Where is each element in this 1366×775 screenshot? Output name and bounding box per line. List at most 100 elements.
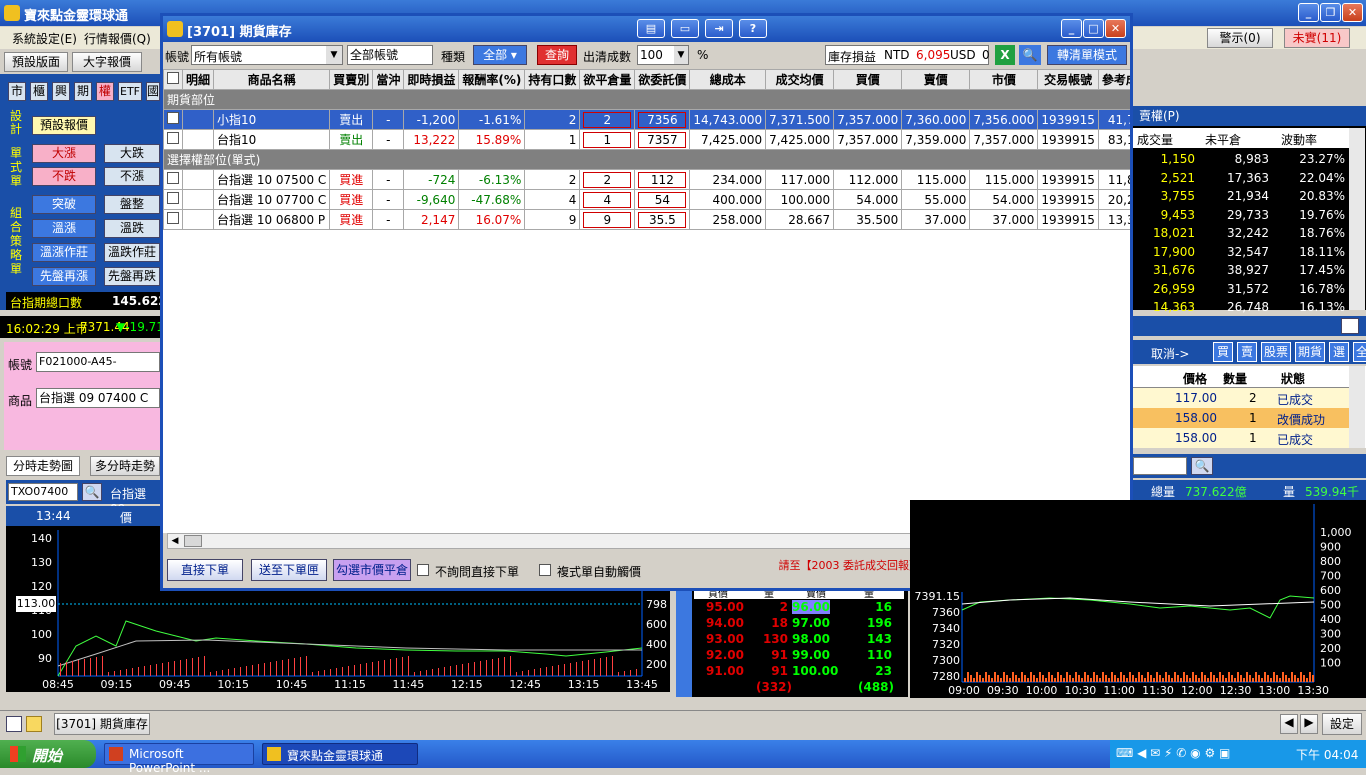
col-product[interactable]: 商品名稱	[213, 69, 331, 90]
rise-sell-button[interactable]: 溫漲作莊	[32, 243, 96, 262]
row-checkbox[interactable]	[163, 189, 183, 210]
select-all-checkbox[interactable]	[163, 69, 183, 90]
big-down-button[interactable]: 大跌	[104, 144, 160, 163]
col-hold[interactable]: 持有口數	[524, 69, 581, 90]
modal-close-icon[interactable]: ✕	[1105, 19, 1126, 38]
col-ref-cost[interactable]: 參考成本	[1097, 69, 1130, 90]
cell-order-price[interactable]: 7356	[634, 109, 691, 130]
cancel-btn-2[interactable]: 股票	[1261, 342, 1291, 362]
tab-big-quote[interactable]: 大字報價	[72, 52, 142, 72]
market-twse[interactable]: 市	[8, 82, 26, 101]
put-row[interactable]: 31,676 38,927 17.45%	[1133, 261, 1349, 279]
cell-close-qty[interactable]: 4	[579, 189, 636, 210]
market-etf[interactable]: ETF	[118, 82, 142, 101]
collapse-icon[interactable]	[1341, 318, 1359, 334]
cell-order-price[interactable]: 54	[634, 189, 691, 210]
task-powerpoint[interactable]: Microsoft PowerPoint ...	[104, 743, 254, 775]
fall-sell-button[interactable]: 溫跌作莊	[104, 243, 160, 262]
account-dropdown[interactable]: 所有帳號 ▼	[191, 45, 343, 65]
prev-icon[interactable]: ◀	[1280, 714, 1298, 734]
auto-trigger-checkbox[interactable]	[539, 564, 551, 576]
help-icon[interactable]: ?	[739, 19, 767, 38]
order-scrollbar[interactable]	[1349, 366, 1365, 448]
edit-order-price[interactable]: 54	[638, 191, 687, 208]
edit-close-qty[interactable]: 2	[583, 111, 632, 128]
product-input[interactable]: 台指選 09 07400 C	[36, 388, 160, 408]
layout3-icon[interactable]: ⇥	[705, 19, 733, 38]
edit-close-qty[interactable]: 2	[583, 171, 632, 188]
search-icon[interactable]: 🔍	[1191, 457, 1213, 475]
clear-ratio-select[interactable]: 100 ▼	[637, 45, 689, 65]
no-fall-button[interactable]: 不跌	[32, 167, 96, 186]
cancel-btn-0[interactable]: 買	[1213, 342, 1233, 362]
edit-order-price[interactable]: 7357	[638, 131, 687, 148]
consolidate-button[interactable]: 盤整	[104, 195, 160, 214]
cell-order-price[interactable]: 112	[634, 169, 691, 190]
row-detail[interactable]	[181, 109, 215, 130]
put-row[interactable]: 26,959 31,572 16.78%	[1133, 280, 1349, 298]
tab-intraday[interactable]: 分時走勢圖	[6, 456, 80, 476]
direct-order-button[interactable]: 直接下單	[167, 559, 243, 581]
menu-quote[interactable]: 行情報價(Q)	[84, 30, 151, 47]
put-row[interactable]: 18,021 32,242 18.76%	[1133, 224, 1349, 242]
table-row[interactable]: 台指選 10 07500 C 買進 - -724 -6.13% 2 2 112 234.000 1…	[163, 169, 1130, 190]
edit-close-qty[interactable]: 4	[583, 191, 632, 208]
symbol-select[interactable]: TXO07400	[8, 483, 78, 501]
search-icon[interactable]: 🔍	[1019, 45, 1041, 65]
ob-ask-price[interactable]: 98.00	[792, 632, 830, 646]
preset-quote-button[interactable]: 預設報價	[32, 116, 96, 135]
cell-close-qty[interactable]: 1	[579, 129, 636, 150]
settings-button[interactable]: 設定	[1322, 713, 1362, 735]
cell-close-qty[interactable]: 2	[579, 109, 636, 130]
layout1-icon[interactable]: ▤	[637, 19, 665, 38]
row-detail[interactable]	[181, 129, 215, 150]
mild-up-button[interactable]: 溫漲	[32, 219, 96, 238]
col-market[interactable]: 市價	[969, 69, 1039, 90]
table-row[interactable]: 台指選 10 07700 C 買進 - -9,640 -47.68% 4 4 54 400.00…	[163, 189, 1130, 210]
ob-ask-price[interactable]: 99.00	[792, 648, 830, 662]
mild-down-button[interactable]: 溫跌	[104, 219, 160, 238]
row-checkbox[interactable]	[163, 169, 183, 190]
tab-default-layout[interactable]: 預設版面	[4, 52, 68, 72]
cell-order-price[interactable]: 7357	[634, 129, 691, 150]
ob-bid-price[interactable]: 94.00	[706, 616, 744, 630]
col-pnl[interactable]: 即時損益	[403, 69, 460, 90]
query-button[interactable]: 查詢	[537, 45, 577, 65]
col-order-price[interactable]: 欲委託價	[634, 69, 691, 90]
no-rise-button[interactable]: 不漲	[104, 167, 160, 186]
col-daytrade[interactable]: 當沖	[372, 69, 405, 90]
row-checkbox[interactable]	[163, 129, 183, 150]
alert-button[interactable]: 警示(0)	[1207, 28, 1273, 48]
folder-icon[interactable]	[26, 716, 42, 732]
edit-close-qty[interactable]: 1	[583, 131, 632, 148]
row-checkbox[interactable]	[163, 109, 183, 130]
cancel-btn-1[interactable]: 賣	[1237, 342, 1257, 362]
cancel-btn-4[interactable]: 選	[1329, 342, 1349, 362]
put-row[interactable]: 3,755 21,934 20.83%	[1133, 187, 1349, 205]
edit-order-price[interactable]: 112	[638, 171, 687, 188]
cell-close-qty[interactable]: 2	[579, 169, 636, 190]
row-detail[interactable]	[181, 169, 215, 190]
search-icon[interactable]: 🔍	[82, 483, 102, 501]
convert-mode-button[interactable]: 轉清單模式	[1047, 45, 1127, 65]
ob-bid-price[interactable]: 92.00	[706, 648, 744, 662]
vertical-scrollbar[interactable]	[1349, 128, 1365, 310]
col-detail[interactable]: 明細	[181, 69, 215, 90]
account-all-field[interactable]: 全部帳號	[347, 45, 433, 65]
put-row[interactable]: 9,453 29,733 19.76%	[1133, 206, 1349, 224]
open-up-button[interactable]: 先盤再漲	[32, 267, 96, 286]
col-bid[interactable]: 買價	[833, 69, 903, 90]
cancel-btn-3[interactable]: 期貨	[1295, 342, 1325, 362]
market-emerging[interactable]: 興	[52, 82, 70, 101]
window-icon[interactable]	[6, 716, 22, 732]
row-checkbox[interactable]	[163, 209, 183, 230]
send-to-tray-button[interactable]: 送至下單匣	[251, 559, 327, 581]
col-account[interactable]: 交易帳號	[1037, 69, 1099, 90]
menu-system[interactable]: 系統設定(E)	[12, 30, 77, 47]
order-row[interactable]: 117.00 2 已成交	[1133, 388, 1349, 408]
put-row[interactable]: 17,900 32,547 18.11%	[1133, 243, 1349, 261]
right-symbol-select[interactable]	[1133, 457, 1187, 475]
cell-order-price[interactable]: 35.5	[634, 209, 691, 230]
close-icon[interactable]: ✕	[1342, 3, 1363, 22]
col-side[interactable]: 買賣別	[329, 69, 374, 90]
